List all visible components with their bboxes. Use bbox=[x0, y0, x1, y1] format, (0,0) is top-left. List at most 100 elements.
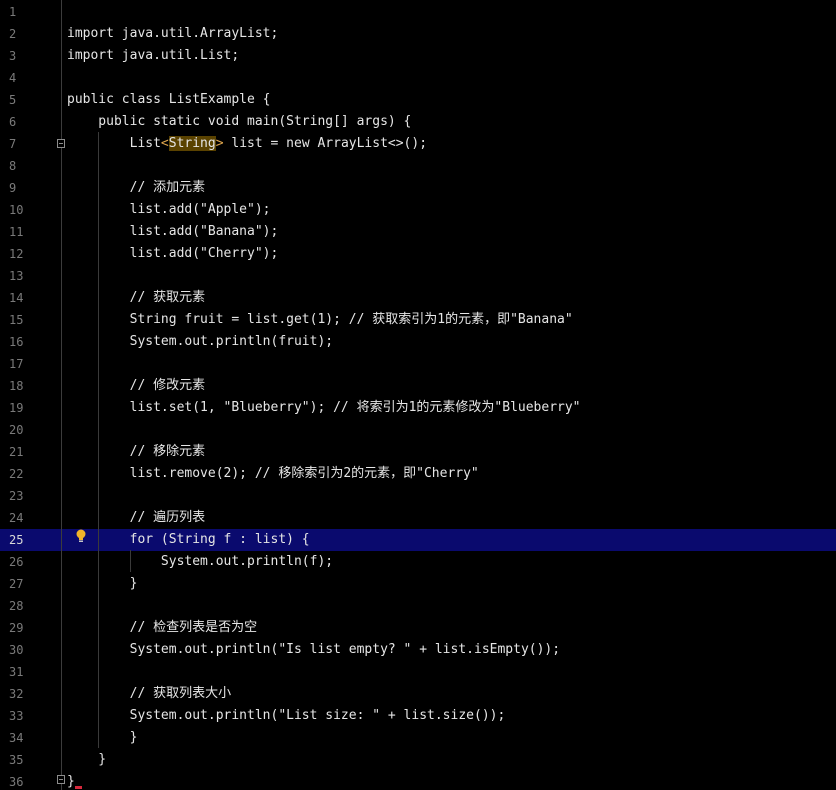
code-text[interactable]: import java.util.ArrayList; bbox=[67, 23, 278, 45]
line-number[interactable]: 14 bbox=[9, 287, 39, 309]
line-number[interactable]: 4 bbox=[9, 67, 39, 89]
line-number[interactable]: 3 bbox=[9, 45, 39, 67]
line-number[interactable]: 5 bbox=[9, 89, 39, 111]
line-number[interactable]: 11 bbox=[9, 221, 39, 243]
code-line[interactable]: 3 import java.util.List; bbox=[0, 45, 836, 67]
code-line[interactable]: 20 bbox=[0, 419, 836, 441]
code-text[interactable]: list.set(1, "Blueberry"); // 将索引为1的元素修改为… bbox=[67, 397, 581, 419]
code-text[interactable]: List<String> list = new ArrayList<>(); bbox=[67, 133, 427, 155]
code-text[interactable]: for (String f : list) { bbox=[67, 529, 310, 551]
line-number[interactable]: 20 bbox=[9, 419, 39, 441]
line-number[interactable]: 36 bbox=[9, 771, 39, 790]
code-text[interactable]: public static void main(String[] args) { bbox=[67, 111, 411, 133]
code-line[interactable]: 17 bbox=[0, 353, 836, 375]
code-line[interactable]: 13 bbox=[0, 265, 836, 287]
fold-toggle-icon[interactable] bbox=[57, 775, 65, 784]
code-line[interactable]: 30 System.out.println("Is list empty? " … bbox=[0, 639, 836, 661]
line-number[interactable]: 1 bbox=[9, 1, 39, 23]
code-line[interactable]: 14 // 获取元素 bbox=[0, 287, 836, 309]
code-text[interactable]: } bbox=[67, 727, 138, 749]
line-number[interactable]: 7 bbox=[9, 133, 39, 155]
code-line[interactable]: 28 bbox=[0, 595, 836, 617]
code-text[interactable]: // 修改元素 bbox=[67, 375, 205, 397]
code-text[interactable]: // 移除元素 bbox=[67, 441, 205, 463]
code-line[interactable]: 16 System.out.println(fruit); bbox=[0, 331, 836, 353]
code-line[interactable]: 26 System.out.println(f); bbox=[0, 551, 836, 573]
code-line[interactable]: 19 list.set(1, "Blueberry"); // 将索引为1的元素… bbox=[0, 397, 836, 419]
code-line[interactable]: 36} bbox=[0, 771, 836, 790]
code-line[interactable]: 15 String fruit = list.get(1); // 获取索引为1… bbox=[0, 309, 836, 331]
line-number[interactable]: 8 bbox=[9, 155, 39, 177]
code-text[interactable]: String fruit = list.get(1); // 获取索引为1的元素… bbox=[67, 309, 573, 331]
code-text[interactable]: // 检查列表是否为空 bbox=[67, 617, 257, 639]
code-text[interactable]: System.out.println(f); bbox=[67, 551, 333, 573]
code-line[interactable]: 24 // 遍历列表 bbox=[0, 507, 836, 529]
line-number[interactable]: 29 bbox=[9, 617, 39, 639]
code-line[interactable]: 32 // 获取列表大小 bbox=[0, 683, 836, 705]
line-number[interactable]: 6 bbox=[9, 111, 39, 133]
line-number[interactable]: 12 bbox=[9, 243, 39, 265]
line-number[interactable]: 35 bbox=[9, 749, 39, 771]
code-line[interactable]: 25 for (String f : list) { bbox=[0, 529, 836, 551]
line-number[interactable]: 15 bbox=[9, 309, 39, 331]
code-text[interactable]: System.out.println("List size: " + list.… bbox=[67, 705, 506, 727]
code-text[interactable]: list.remove(2); // 移除索引为2的元素，即"Cherry" bbox=[67, 463, 479, 485]
line-number[interactable]: 30 bbox=[9, 639, 39, 661]
code-line[interactable]: 10 list.add("Apple"); bbox=[0, 199, 836, 221]
lightbulb-icon[interactable] bbox=[76, 529, 86, 543]
code-text[interactable]: // 获取元素 bbox=[67, 287, 205, 309]
code-line[interactable]: 21 // 移除元素 bbox=[0, 441, 836, 463]
code-line[interactable]: 31 bbox=[0, 661, 836, 683]
line-number[interactable]: 25 bbox=[9, 529, 39, 551]
line-number[interactable]: 10 bbox=[9, 199, 39, 221]
code-text[interactable]: } bbox=[67, 771, 75, 790]
code-line[interactable]: 27 } bbox=[0, 573, 836, 595]
line-number[interactable]: 24 bbox=[9, 507, 39, 529]
code-text[interactable]: } bbox=[67, 749, 106, 771]
code-line[interactable]: 2 import java.util.ArrayList; bbox=[0, 23, 836, 45]
code-line[interactable]: 5 public class ListExample { bbox=[0, 89, 836, 111]
code-line[interactable]: 23 bbox=[0, 485, 836, 507]
line-number[interactable]: 17 bbox=[9, 353, 39, 375]
code-line[interactable]: 6 public static void main(String[] args)… bbox=[0, 111, 836, 133]
code-line[interactable]: 33 System.out.println("List size: " + li… bbox=[0, 705, 836, 727]
code-line[interactable]: 29 // 检查列表是否为空 bbox=[0, 617, 836, 639]
line-number[interactable]: 28 bbox=[9, 595, 39, 617]
line-number[interactable]: 27 bbox=[9, 573, 39, 595]
code-text[interactable]: // 遍历列表 bbox=[67, 507, 205, 529]
line-number[interactable]: 23 bbox=[9, 485, 39, 507]
line-number[interactable]: 33 bbox=[9, 705, 39, 727]
code-line[interactable]: 11 list.add("Banana"); bbox=[0, 221, 836, 243]
code-line[interactable]: 22 list.remove(2); // 移除索引为2的元素，即"Cherry… bbox=[0, 463, 836, 485]
code-line[interactable]: 1 bbox=[0, 1, 836, 23]
line-number[interactable]: 19 bbox=[9, 397, 39, 419]
code-line[interactable]: 9 // 添加元素 bbox=[0, 177, 836, 199]
code-text[interactable]: public class ListExample { bbox=[67, 89, 271, 111]
line-number[interactable]: 34 bbox=[9, 727, 39, 749]
line-number[interactable]: 26 bbox=[9, 551, 39, 573]
line-number[interactable]: 18 bbox=[9, 375, 39, 397]
code-line[interactable]: 8 bbox=[0, 155, 836, 177]
code-text[interactable]: import java.util.List; bbox=[67, 45, 239, 67]
code-line[interactable]: 35 } bbox=[0, 749, 836, 771]
line-number[interactable]: 22 bbox=[9, 463, 39, 485]
code-text[interactable]: // 获取列表大小 bbox=[67, 683, 231, 705]
line-number[interactable]: 31 bbox=[9, 661, 39, 683]
code-text[interactable]: } bbox=[67, 573, 138, 595]
code-text[interactable]: System.out.println(fruit); bbox=[67, 331, 334, 353]
code-editor[interactable]: 36} 35 } 34 } 33 System.out.println("List s… bbox=[0, 0, 836, 790]
code-text[interactable]: System.out.println("Is list empty? " + l… bbox=[67, 639, 560, 661]
line-number[interactable]: 9 bbox=[9, 177, 39, 199]
line-number[interactable]: 2 bbox=[9, 23, 39, 45]
line-number[interactable]: 16 bbox=[9, 331, 39, 353]
line-number[interactable]: 13 bbox=[9, 265, 39, 287]
line-number[interactable]: 32 bbox=[9, 683, 39, 705]
code-line[interactable]: 7 List<String> list = new ArrayList<>(); bbox=[0, 133, 836, 155]
fold-toggle-icon[interactable] bbox=[57, 139, 65, 148]
code-line[interactable]: 4 bbox=[0, 67, 836, 89]
code-line[interactable]: 34 } bbox=[0, 727, 836, 749]
code-line[interactable]: 12 list.add("Cherry"); bbox=[0, 243, 836, 265]
code-text[interactable]: // 添加元素 bbox=[67, 177, 205, 199]
code-line[interactable]: 18 // 修改元素 bbox=[0, 375, 836, 397]
line-number[interactable]: 21 bbox=[9, 441, 39, 463]
